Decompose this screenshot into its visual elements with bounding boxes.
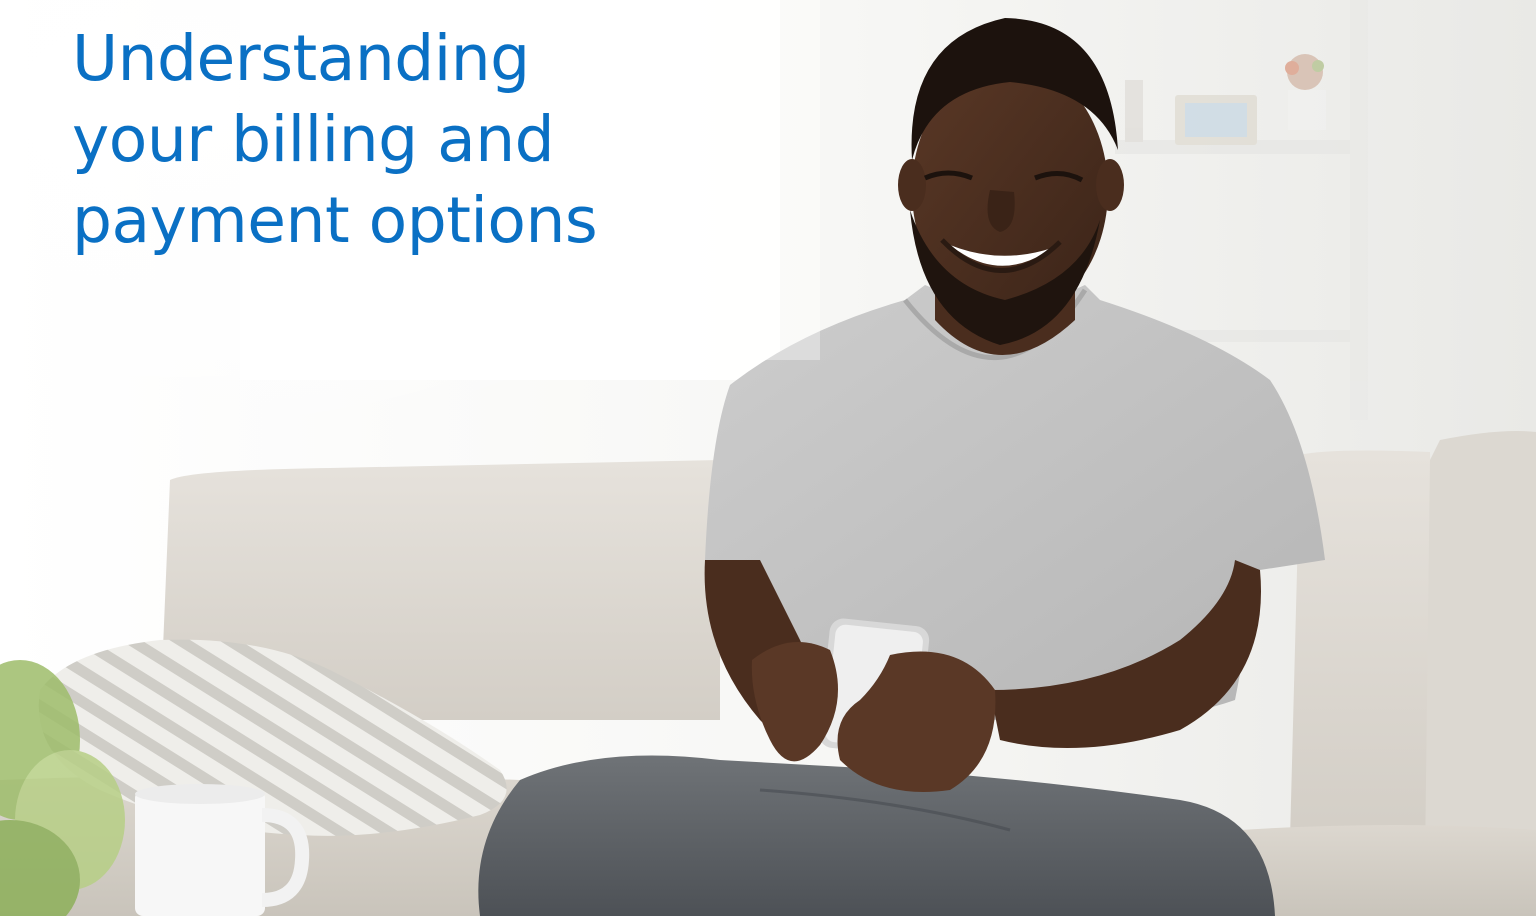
hero-banner: Understanding your billing and payment o… (0, 0, 1536, 916)
headline-line-2: your billing and (72, 103, 555, 176)
headline-line-3: payment options (72, 184, 598, 257)
page-title: Understanding your billing and payment o… (72, 18, 792, 261)
headline-line-1: Understanding (72, 22, 530, 95)
